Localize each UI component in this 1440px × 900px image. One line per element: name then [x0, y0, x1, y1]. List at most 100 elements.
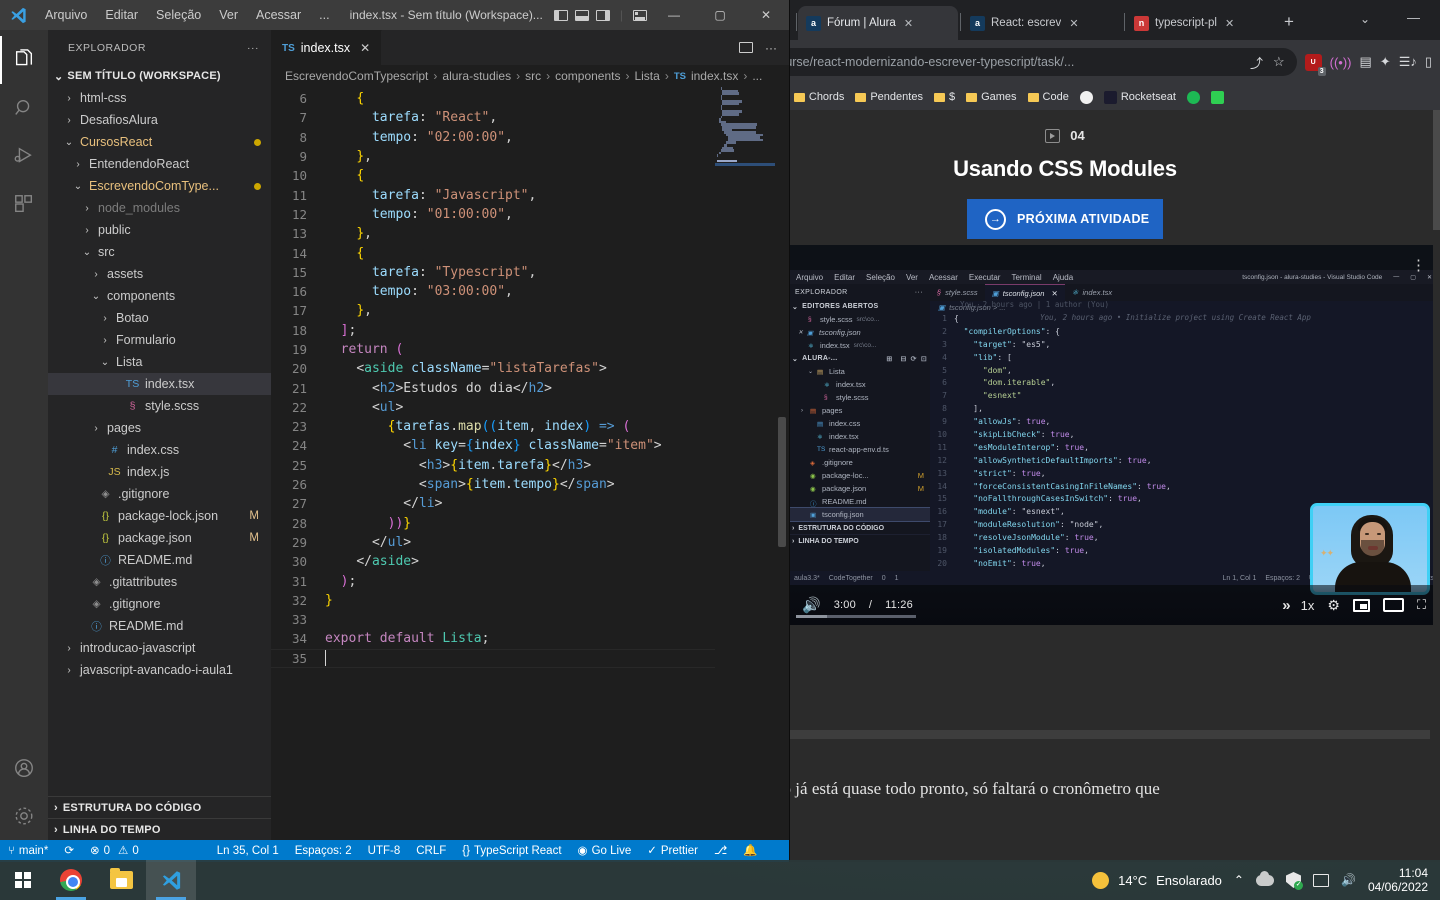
nested-status-item[interactable]: 1: [895, 575, 899, 582]
vscode-window[interactable]: Arquivo Editar Seleção Ver Acessar... index.…: [0, 0, 790, 862]
refresh-icon[interactable]: ⟳: [911, 355, 917, 363]
minimap-viewport[interactable]: [715, 163, 775, 166]
code-line[interactable]: 23 {tarefas.map((item, index) => (: [271, 417, 789, 436]
file-tree[interactable]: › html-css › DesafiosAlura ⌄ CursosReact › Ente…: [48, 87, 271, 796]
new-tab-button[interactable]: +: [1284, 12, 1294, 32]
nested-open-editors-section[interactable]: ⌄ EDITORES ABERTOS: [788, 300, 930, 313]
menu-item-editar[interactable]: Editar: [96, 0, 147, 30]
settings-gear-icon[interactable]: ⚙: [1327, 597, 1340, 614]
bookmark-item[interactable]: Code: [1027, 91, 1069, 103]
code-line[interactable]: 27 </li>: [271, 494, 789, 513]
nested-window-maximize[interactable]: ▢: [1410, 274, 1416, 281]
nested-status-item[interactable]: aula3.3*: [794, 575, 820, 582]
code-line[interactable]: 9 },: [271, 147, 789, 166]
bookmarks-bar[interactable]: osVídeosChordsPendentes$GamesCodeRockets…: [690, 84, 1440, 110]
playback-speed-label[interactable]: 1x: [1301, 598, 1315, 613]
code-line[interactable]: 13 },: [271, 224, 789, 243]
browser-tab[interactable]: a Fórum | Alura ✕: [798, 6, 958, 40]
status-indentation[interactable]: Espaços: 2: [287, 840, 360, 862]
nested-explorer-sidebar[interactable]: EXPLORADOR ··· ⌄ EDITORES ABERTOS § style…: [788, 284, 931, 571]
nested-menu-item[interactable]: Terminal: [1011, 273, 1041, 282]
code-line[interactable]: 30 </aside>: [271, 552, 789, 571]
file-tree-item[interactable]: › javascript-avancado-i-aula1: [48, 659, 271, 681]
split-editor-icon[interactable]: [739, 42, 753, 53]
nested-menu-item[interactable]: Acessar: [929, 273, 958, 282]
nested-status-item[interactable]: 0: [882, 575, 886, 582]
bookmark-item[interactable]: Games: [966, 91, 1017, 103]
webcam-overlay[interactable]: ✦✦: [1310, 503, 1430, 595]
bookmark-item[interactable]: [1210, 90, 1224, 104]
file-tree-item[interactable]: JS index.js: [48, 461, 271, 483]
file-tree-item[interactable]: ⓘ README.md: [48, 549, 271, 571]
page-scrollbar[interactable]: [1433, 110, 1440, 862]
code-line[interactable]: 19 return (: [271, 340, 789, 359]
code-line[interactable]: 15 tarefa: "Typescript",: [271, 263, 789, 282]
nested-status-item[interactable]: Ln 1, Col 1: [1223, 575, 1257, 582]
bell-icon[interactable]: 🔔: [735, 840, 765, 862]
video-player[interactable]: ⋮ Arquivo Editar Seleção Ver Acessar Executar…: [788, 245, 1440, 625]
account-icon[interactable]: [0, 744, 48, 792]
more-actions-icon[interactable]: ···: [247, 42, 259, 54]
file-tree-item[interactable]: # index.css: [48, 439, 271, 461]
code-line[interactable]: 18 ];: [271, 321, 789, 340]
vscode-titlebar[interactable]: Arquivo Editar Seleção Ver Acessar... index.…: [0, 0, 789, 30]
status-language-mode[interactable]: {} TypeScript React: [454, 840, 569, 862]
extensions-icon[interactable]: [0, 180, 48, 228]
nested-file-tree-item[interactable]: ⚛ index.tsx: [788, 378, 930, 391]
ublock-icon[interactable]: U3: [1304, 53, 1326, 76]
sidebar-section-timeline[interactable]: › LINHA DO TEMPO: [48, 818, 271, 840]
nested-file-tree-item[interactable]: ⌄ ▤ Lista: [788, 365, 930, 378]
code-line[interactable]: 10 {: [271, 166, 789, 185]
close-icon[interactable]: ✕: [798, 329, 803, 336]
code-line[interactable]: 33: [271, 610, 789, 629]
nested-editor-tab[interactable]: § style.scss: [930, 284, 985, 301]
code-line[interactable]: 21 <h2>Estudos do dia</h2>: [271, 378, 789, 397]
windows-taskbar[interactable]: 14°C Ensolarado ⌃ ✓ 🔊 11:04 04/06/2022: [0, 860, 1440, 900]
code-line[interactable]: 11 tarefa: "Javascript",: [271, 185, 789, 204]
file-tree-item[interactable]: › Botao: [48, 307, 271, 329]
close-icon[interactable]: ✕: [360, 41, 370, 55]
editor-minimap[interactable]: [715, 87, 775, 840]
vscode-sidebar[interactable]: EXPLORADOR ··· ⌄ SEM TÍTULO (WORKSPACE) …: [48, 30, 271, 840]
vscode-statusbar[interactable]: ⑂ main* ⟳ ⊗ 0 ⚠ 0 Ln 35, Col 1 Espaços: …: [0, 840, 789, 862]
breadcrumb-item[interactable]: src: [525, 69, 541, 83]
nested-menu-item[interactable]: Ajuda: [1053, 273, 1073, 282]
weather-widget[interactable]: 14°C Ensolarado: [1092, 871, 1222, 889]
code-line[interactable]: 14 {: [271, 243, 789, 262]
file-tree-item[interactable]: § style.scss: [48, 395, 271, 417]
file-tree-item[interactable]: ⓘ README.md: [48, 615, 271, 637]
nested-menu-item[interactable]: Executar: [969, 273, 1001, 282]
code-line[interactable]: 34 export default Lista;: [271, 629, 789, 648]
bookmark-item[interactable]: Chords: [793, 91, 844, 103]
nested-open-editor-item[interactable]: ⚛ index.tsx src\co...: [788, 339, 930, 352]
window-close-button[interactable]: ✕: [743, 0, 789, 30]
close-icon[interactable]: ✕: [1069, 17, 1078, 30]
editor-tab-index-tsx[interactable]: TS index.tsx ✕: [271, 30, 383, 65]
status-prettier[interactable]: ✓ Prettier: [639, 840, 706, 862]
code-line[interactable]: 26 <span>{item.tempo}</span>: [271, 475, 789, 494]
theater-mode-icon[interactable]: [1382, 598, 1404, 612]
code-line[interactable]: 31 );: [271, 571, 789, 590]
nested-editor-tab[interactable]: ▣ tsconfig.json ✕: [984, 284, 1065, 301]
taskbar-vscode-icon[interactable]: [146, 860, 196, 900]
code-line[interactable]: 28 ))}: [271, 514, 789, 533]
file-tree-item[interactable]: › public: [48, 219, 271, 241]
file-tree-item[interactable]: TS index.tsx: [48, 373, 271, 395]
vscode-editor-area[interactable]: TS index.tsx ✕ ··· EscrevendoComTypescri…: [271, 30, 789, 840]
customize-layout-icon[interactable]: [633, 9, 647, 21]
nested-file-tree-item[interactable]: ◉ package-loc... M: [788, 469, 930, 482]
file-tree-item[interactable]: ⌄ CursosReact: [48, 131, 271, 153]
code-editor[interactable]: 6 {7 tarefa: "React", 8 tempo: "02:00:00"…: [271, 87, 789, 840]
video-progress-bar[interactable]: [796, 615, 916, 618]
nested-file-tree-item[interactable]: ⚛ index.tsx: [788, 430, 930, 443]
collapse-all-icon[interactable]: ⊡: [921, 355, 930, 363]
file-tree-item[interactable]: ⌄ src: [48, 241, 271, 263]
nested-file-tree-item[interactable]: ⓘ README.md: [788, 495, 930, 508]
nested-menu-item[interactable]: Arquivo: [796, 273, 823, 282]
nested-window-minimize[interactable]: —: [1393, 274, 1399, 280]
nested-file-tree-item[interactable]: ◈ .gitignore: [788, 456, 930, 469]
window-maximize-button[interactable]: ▢: [697, 0, 743, 30]
status-go-live[interactable]: ◉ Go Live: [570, 840, 640, 862]
extensions-icon[interactable]: ✦: [1380, 54, 1391, 70]
sidepanel-icon[interactable]: ▯: [1425, 54, 1432, 70]
